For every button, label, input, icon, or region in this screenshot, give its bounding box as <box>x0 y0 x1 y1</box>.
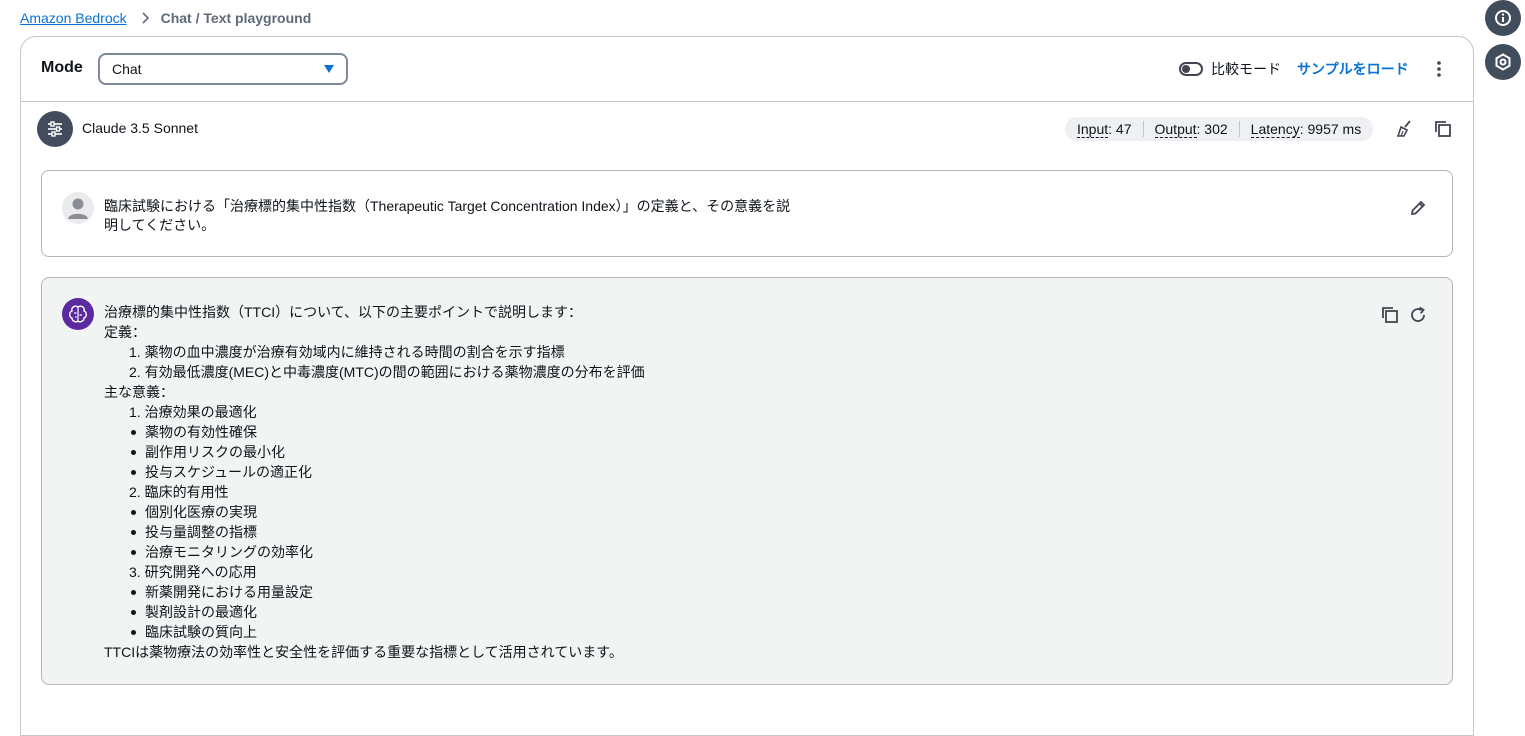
metric-latency-value: : 9957 ms <box>1299 121 1362 137</box>
load-sample-button[interactable]: サンプルをロード <box>1297 59 1409 79</box>
list-item-bullet: 投与量調整の指標 <box>104 522 645 542</box>
list-item-numbered: 1. 薬物の血中濃度が治療有効域内に維持される時間の割合を示す指標 <box>129 344 565 360</box>
copy-icon[interactable] <box>1380 305 1400 325</box>
mode-select-value: Chat <box>112 61 142 77</box>
chevron-right-icon <box>142 12 149 24</box>
text-line: TTCIは薬物療法の効率性と安全性を評価する重要な指標として活用されています。 <box>104 644 623 660</box>
list-item-bullet: 投与スケジュールの適正化 <box>104 462 645 482</box>
edit-pencil-icon[interactable] <box>1408 198 1428 218</box>
breadcrumb: Amazon Bedrock Chat / Text playground <box>20 9 311 27</box>
feedback-button[interactable] <box>1485 44 1521 80</box>
info-icon <box>1495 10 1511 26</box>
broom-icon[interactable] <box>1395 119 1415 139</box>
ai-brain-icon <box>69 305 87 323</box>
feedback-icon <box>1495 53 1511 71</box>
playground-panel: Mode Chat 比較モード サンプルをロード Claude 3.5 Sonn… <box>20 36 1474 736</box>
metric-latency-key[interactable]: Latency <box>1250 121 1300 138</box>
list-item-bullet: 個別化医療の実現 <box>104 502 645 522</box>
metric-divider <box>1142 121 1144 137</box>
list-item-numbered: 3. 研究開発への応用 <box>129 564 257 580</box>
assistant-avatar <box>62 298 94 330</box>
compare-mode-label: 比較モード <box>1211 61 1281 77</box>
model-name: Claude 3.5 Sonnet <box>82 120 198 136</box>
breadcrumb-link-amazon-bedrock[interactable]: Amazon Bedrock <box>20 9 127 27</box>
mode-select[interactable]: Chat <box>98 53 348 85</box>
copy-icon[interactable] <box>1433 119 1453 139</box>
refresh-icon[interactable] <box>1408 305 1428 325</box>
list-item-numbered: 1. 治療効果の最適化 <box>129 404 257 420</box>
list-item-bullet: 薬物の有効性確保 <box>104 422 645 442</box>
text-line: 治療標的集中性指数（TTCI）について、以下の主要ポイントで説明します： <box>104 304 582 320</box>
breadcrumb-current: Chat / Text playground <box>160 10 312 26</box>
metric-output: Output : 302 <box>1154 121 1228 138</box>
list-item-bullet: 臨床試験の質向上 <box>104 622 645 642</box>
assistant-message-text: 治療標的集中性指数（TTCI）について、以下の主要ポイントで説明します： 定義： 1… <box>104 302 645 662</box>
user-message-line: 臨床試験における「治療標的集中性指数（Therapeutic Target Co… <box>104 198 791 214</box>
metrics-badge: Input : 47 Output : 302 Latency : 9957 m… <box>1065 117 1374 141</box>
user-profile-icon <box>62 192 94 224</box>
settings-sliders-icon <box>48 121 62 137</box>
kebab-menu-icon[interactable] <box>1429 59 1449 79</box>
user-message-line: 明してください。 <box>104 217 216 233</box>
list-item-bullet: 製剤設計の最適化 <box>104 602 645 622</box>
metric-divider <box>1238 121 1240 137</box>
assistant-message: 治療標的集中性指数（TTCI）について、以下の主要ポイントで説明します： 定義： 1… <box>41 277 1453 685</box>
metric-output-value: : 302 <box>1196 121 1228 137</box>
list-item-bullet: 治療モニタリングの効率化 <box>104 542 645 562</box>
metric-latency: Latency : 9957 ms <box>1250 121 1362 138</box>
metric-output-key[interactable]: Output <box>1154 121 1197 138</box>
text-line: 主な意義： <box>104 384 174 400</box>
caret-down-icon <box>324 65 334 73</box>
model-settings-button[interactable] <box>37 111 73 147</box>
list-item-numbered: 2. 臨床的有用性 <box>129 484 229 500</box>
list-item-numbered: 2. 有効最低濃度(MEC)と中毒濃度(MTC)の間の範囲における薬物濃度の分布… <box>129 364 645 380</box>
compare-mode: 比較モード <box>1179 59 1281 79</box>
metric-input: Input : 47 <box>1077 121 1132 138</box>
user-message: 臨床試験における「治療標的集中性指数（Therapeutic Target Co… <box>41 170 1453 257</box>
list-item-bullet: 新薬開発における用量設定 <box>104 582 645 602</box>
mode-bar: Mode Chat 比較モード サンプルをロード <box>21 37 1473 102</box>
compare-mode-toggle[interactable] <box>1179 62 1203 76</box>
text-line: 定義： <box>104 324 146 340</box>
info-button[interactable] <box>1485 0 1521 36</box>
metric-input-value: : 47 <box>1108 121 1132 137</box>
metric-input-key[interactable]: Input <box>1077 121 1109 138</box>
user-message-text: 臨床試験における「治療標的集中性指数（Therapeutic Target Co… <box>104 197 804 235</box>
model-row: Claude 3.5 Sonnet Input : 47 Output : 30… <box>21 102 1473 156</box>
mode-label: Mode <box>41 59 83 76</box>
list-item-bullet: 副作用リスクの最小化 <box>104 442 645 462</box>
